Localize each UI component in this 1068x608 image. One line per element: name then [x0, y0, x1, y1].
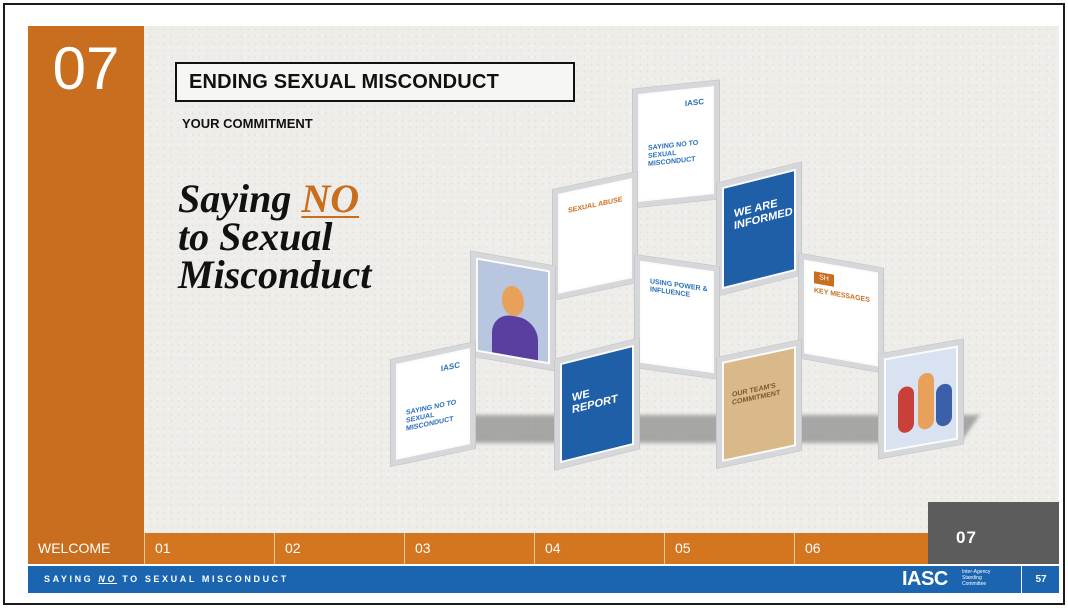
card-key-messages-text: KEY MESSAGES — [814, 287, 870, 305]
nav-welcome[interactable]: WELCOME — [28, 533, 144, 564]
card-sexual-abuse-text: SEXUAL ABUSE — [568, 196, 623, 215]
chapter-number: 07 — [52, 35, 120, 102]
card-team-commitment-inner: OUR TEAM'S COMMITMENT — [724, 348, 794, 460]
person-body-shape — [492, 312, 538, 361]
group-person-2-shape — [918, 371, 934, 431]
card-using-power-inner: USING POWER & INFLUENCE — [642, 263, 712, 371]
footer-text-emphasis: NO — [98, 574, 118, 584]
group-person-3-shape — [936, 382, 952, 428]
page-number-divider — [1021, 566, 1022, 593]
nav-02[interactable]: 02 — [274, 533, 404, 564]
card-we-report-inner: WE REPORT — [562, 347, 632, 461]
card-sexual-abuse: SEXUAL ABUSE — [552, 170, 638, 302]
card-left-inner: IASC SAYING NO TO SEXUAL MISCONDUCT — [398, 350, 468, 458]
card-team-commitment-text: OUR TEAM'S COMMITMENT — [732, 382, 781, 407]
card-we-report-text: WE REPORT — [572, 387, 618, 417]
card-using-power: USING POWER & INFLUENCE — [634, 253, 720, 381]
group-person-1-shape — [898, 385, 914, 435]
card-key-messages: SH KEY MESSAGES — [798, 252, 884, 374]
nav-06[interactable]: 06 — [794, 533, 928, 564]
card-we-are-informed: WE ARE INFORMED — [716, 161, 802, 297]
card-we-are-informed-text: WE ARE INFORMED — [734, 197, 793, 233]
footer-text-pre: SAYING — [44, 574, 99, 584]
nav-04[interactable]: 04 — [534, 533, 664, 564]
footer-text: SAYING NO TO SEXUAL MISCONDUCT — [44, 566, 289, 593]
page-subtitle: YOUR COMMITMENT — [182, 116, 313, 131]
iasc-logo: IASC — [902, 568, 948, 590]
card-sexual-abuse-inner: SEXUAL ABUSE — [560, 180, 630, 292]
card-illustration-group — [878, 338, 964, 460]
card-left: IASC SAYING NO TO SEXUAL MISCONDUCT — [390, 340, 476, 468]
footer-text-post: TO SEXUAL MISCONDUCT — [117, 574, 289, 584]
hero-line3: Misconduct — [178, 252, 372, 297]
nav-07-label: 07 — [956, 528, 977, 547]
nav-01[interactable]: 01 — [144, 533, 274, 564]
nav-05[interactable]: 05 — [664, 533, 794, 564]
card-using-power-text: USING POWER & INFLUENCE — [650, 278, 708, 299]
card-team-commitment: OUR TEAM'S COMMITMENT — [716, 338, 802, 470]
page-number: 57 — [1035, 574, 1047, 585]
card-we-are-informed-inner: WE ARE INFORMED — [724, 171, 794, 287]
card-illustration-person-inner — [478, 259, 548, 363]
card-top-logo: IASC — [684, 97, 704, 109]
card-key-messages-inner: SH KEY MESSAGES — [806, 261, 876, 365]
card-we-report: WE REPORT — [554, 337, 640, 471]
person-head-shape — [502, 284, 524, 318]
card-illustration-group-inner — [886, 347, 956, 451]
card-left-text: SAYING NO TO SEXUAL MISCONDUCT — [406, 399, 457, 433]
card-illustration-person — [470, 250, 556, 372]
card-top-text: SAYING NO TO SEXUAL MISCONDUCT — [648, 139, 699, 168]
nav-03[interactable]: 03 — [404, 533, 534, 564]
card-left-logo: IASC — [440, 360, 460, 374]
card-key-messages-tag: SH — [814, 271, 834, 287]
cards-illustration: IASC SAYING NO TO SEXUAL MISCONDUCT SEXU… — [370, 70, 980, 490]
iasc-logo-subtitle: Inter-Agency Standing Committee — [962, 569, 991, 587]
card-top-inner: IASC SAYING NO TO SEXUAL MISCONDUCT — [640, 88, 712, 200]
card-top: IASC SAYING NO TO SEXUAL MISCONDUCT — [632, 79, 720, 209]
nav-07-active[interactable]: 07 — [928, 502, 1059, 564]
